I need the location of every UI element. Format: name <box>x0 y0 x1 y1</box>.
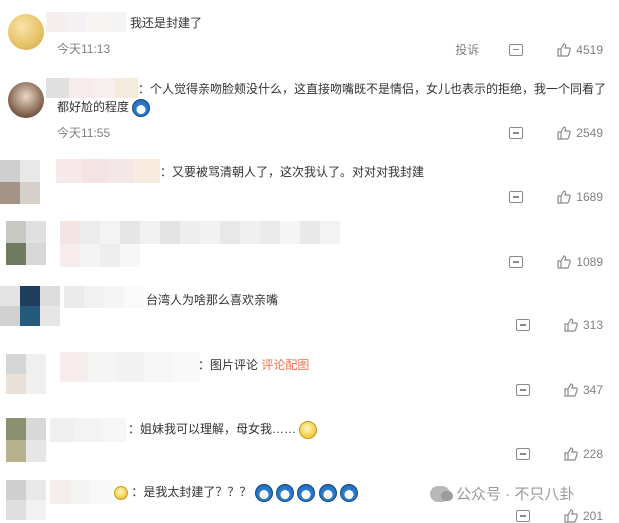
thumb-up-icon <box>564 509 578 523</box>
like-count: 228 <box>582 447 603 461</box>
blurred-username <box>50 480 112 504</box>
comment-icon[interactable] <box>509 43 524 56</box>
comment-text: ：又要被骂清朝人了，这次我认了。对对对我封建 <box>160 165 425 179</box>
comment-icon[interactable] <box>509 191 524 203</box>
blurred-username <box>56 159 160 183</box>
comment-item: 1089 <box>0 215 619 280</box>
report-button[interactable]: 投诉 <box>455 41 479 58</box>
like-count: 313 <box>582 318 603 332</box>
thumb-up-icon <box>564 447 578 461</box>
comment-icon[interactable] <box>515 448 530 460</box>
like-count: 2549 <box>576 126 603 140</box>
blurred-comment <box>60 221 340 267</box>
avatar[interactable] <box>8 14 44 50</box>
comment-item: 台湾人为啥那么喜欢亲嘴 313 <box>0 282 619 344</box>
comment-icon[interactable] <box>515 319 530 331</box>
comment-actions: 228 <box>515 447 603 461</box>
watermark: 公众号 · 不只八卦 <box>430 483 574 504</box>
thumb-up-icon <box>557 42 572 57</box>
comment-actions: 1089 <box>509 255 603 269</box>
blurred-username <box>46 78 138 98</box>
like-count: 201 <box>582 509 603 523</box>
like-button[interactable]: 4519 <box>557 43 603 57</box>
comment-actions: 347 <box>515 383 603 397</box>
comment-time: 今天11:13 <box>57 42 111 56</box>
like-button[interactable]: 347 <box>564 383 603 397</box>
comment-icon[interactable] <box>509 127 524 139</box>
smile-emoji-icon <box>299 420 318 439</box>
comment-text: 我还是封建了 <box>130 16 203 30</box>
like-count: 4519 <box>576 42 603 57</box>
comment-actions: 2549 <box>509 126 603 140</box>
like-button[interactable]: 1089 <box>557 255 603 269</box>
comment-text: ：姐妹我可以理解，母女我…… <box>128 420 318 439</box>
thumb-up-icon <box>557 126 572 140</box>
blurred-avatar <box>0 286 60 326</box>
comment-text: 台湾人为啥那么喜欢亲嘴 <box>146 293 279 307</box>
thumb-up-icon <box>557 190 572 204</box>
like-button[interactable]: 228 <box>564 447 603 461</box>
comment-item: 我还是封建了 今天11:13 投诉 4519 <box>0 0 619 70</box>
comment-icon[interactable] <box>515 384 530 396</box>
comment-actions: 投诉 4519 <box>455 41 603 58</box>
avatar[interactable] <box>8 82 44 118</box>
doge-emoji-icon <box>318 483 337 502</box>
comment-text: ：图片评论 评论配图 <box>198 358 310 372</box>
blurred-username <box>64 286 144 308</box>
thumb-up-icon <box>564 383 578 397</box>
comment-actions: 1689 <box>509 190 603 204</box>
doge-emoji-icon <box>297 483 316 502</box>
comment-item: ：个人觉得亲吻脸颊没什么，这直接吻嘴既不是情侣，女儿也表示的拒绝，我一个同看了 … <box>0 70 619 150</box>
like-button[interactable]: 1689 <box>557 190 603 204</box>
comment-text: ：个人觉得亲吻脸颊没什么，这直接吻嘴既不是情侣，女儿也表示的拒绝，我一个同看了 <box>138 82 607 96</box>
thumb-up-icon <box>557 255 572 269</box>
comment-item: ：姐妹我可以理解，母女我…… 228 <box>0 412 619 474</box>
blurred-avatar <box>6 221 46 265</box>
thumb-up-icon <box>564 318 578 332</box>
wechat-logo-icon <box>430 485 453 502</box>
comment-icon[interactable] <box>509 256 524 268</box>
like-count: 1089 <box>576 255 603 269</box>
comment-text: ：是我太封建了？？？ <box>114 483 359 502</box>
comment-item: ：图片评论 评论配图 347 <box>0 348 619 410</box>
blurred-avatar <box>6 354 46 394</box>
comment-item: ：又要被骂清朝人了，这次我认了。对对对我封建 1689 <box>0 155 619 215</box>
doge-emoji-icon <box>276 483 295 502</box>
like-button[interactable]: 313 <box>564 318 603 332</box>
watermark-text: 公众号 · 不只八卦 <box>456 486 575 503</box>
like-count: 347 <box>582 383 603 397</box>
comment-actions: 201 <box>515 509 603 523</box>
blurred-avatar <box>6 418 46 462</box>
blurred-avatar <box>6 480 46 520</box>
like-count: 1689 <box>576 190 603 204</box>
doge-emoji-icon <box>340 483 359 502</box>
image-comment-link[interactable]: 评论配图 <box>261 358 309 372</box>
like-button[interactable]: 201 <box>564 509 603 523</box>
smile-emoji-icon <box>114 485 128 500</box>
blurred-username <box>60 352 200 382</box>
blurred-username <box>46 12 126 32</box>
blurred-avatar <box>0 160 40 204</box>
comment-time: 今天11:55 <box>57 126 111 140</box>
like-button[interactable]: 2549 <box>557 126 603 140</box>
doge-emoji-icon <box>254 483 273 502</box>
comment-icon[interactable] <box>515 510 530 522</box>
comment-actions: 313 <box>515 318 603 332</box>
blurred-username <box>50 418 126 442</box>
comment-text-line2: 都好尬的程度 <box>57 98 151 117</box>
doge-emoji-icon <box>132 98 151 117</box>
